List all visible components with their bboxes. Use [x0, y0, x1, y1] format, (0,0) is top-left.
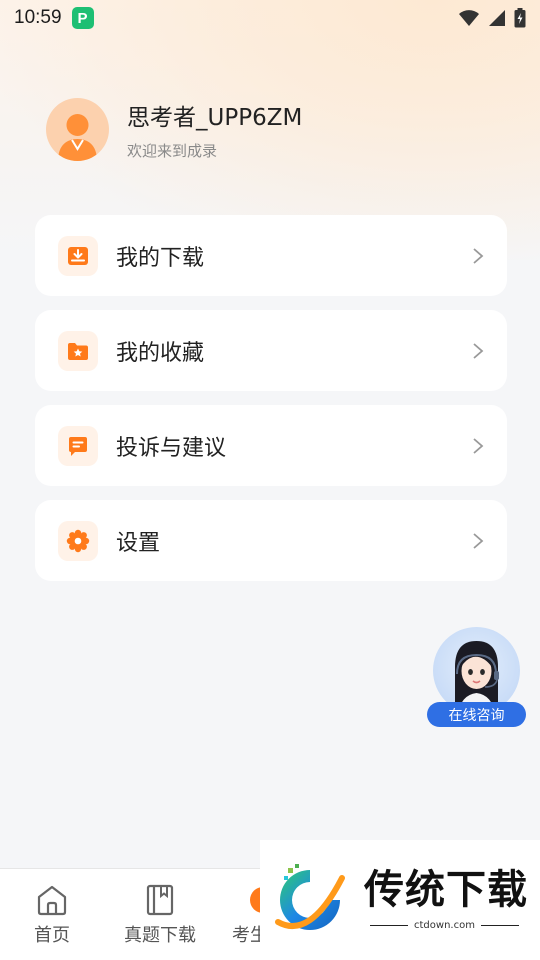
tab-label: 真题下载 [124, 925, 196, 946]
tab-home[interactable]: 首页 [34, 883, 70, 947]
avatar[interactable] [46, 98, 109, 161]
menu-item-favorites[interactable]: 我的收藏 [35, 310, 507, 391]
feedback-icon [58, 425, 98, 466]
online-consult-button[interactable]: 在线咨询 [427, 627, 526, 728]
battery-icon [514, 8, 526, 28]
welcome-text: 欢迎来到成录 [127, 142, 218, 160]
consult-label: 在线咨询 [427, 702, 526, 727]
wifi-icon [459, 10, 479, 26]
gear-icon [58, 520, 98, 561]
status-icons [458, 8, 526, 28]
status-bar: 10:59 P [0, 0, 540, 36]
tab-label: 首页 [34, 925, 70, 946]
menu-item-settings[interactable]: 设置 [35, 500, 507, 581]
app-notification-icon: P [71, 7, 94, 29]
user-avatar-icon [58, 114, 97, 161]
chevron-right-icon [472, 247, 484, 265]
support-agent-avatar [433, 627, 520, 714]
star-folder-icon [58, 330, 98, 371]
tab-exam-download[interactable]: 真题下载 [124, 883, 196, 947]
menu-label: 我的收藏 [116, 340, 205, 366]
ctdown-logo-icon [275, 864, 345, 930]
username: 思考者_UPP6ZM [127, 105, 303, 131]
menu-label: 投诉与建议 [116, 435, 227, 461]
watermark-overlay: 传统下载 ctdown.com [260, 840, 540, 960]
chevron-right-icon [472, 342, 484, 360]
menu-label: 我的下载 [116, 245, 205, 271]
download-box-icon [58, 235, 98, 276]
menu-item-downloads[interactable]: 我的下载 [35, 215, 507, 296]
menu-item-feedback[interactable]: 投诉与建议 [35, 405, 507, 486]
book-icon [146, 884, 174, 916]
watermark-domain-row: ctdown.com [364, 920, 528, 931]
watermark-title: 传统下载 [364, 866, 528, 913]
profile-header[interactable]: 思考者_UPP6ZM 欢迎来到成录 [46, 98, 302, 161]
chevron-right-icon [472, 437, 484, 455]
chevron-right-icon [472, 532, 484, 550]
signal-icon [489, 10, 505, 26]
menu-label: 设置 [116, 530, 161, 556]
home-icon [37, 885, 67, 916]
status-time: 10:59 [14, 7, 62, 28]
watermark-domain: ctdown.com [414, 919, 475, 931]
